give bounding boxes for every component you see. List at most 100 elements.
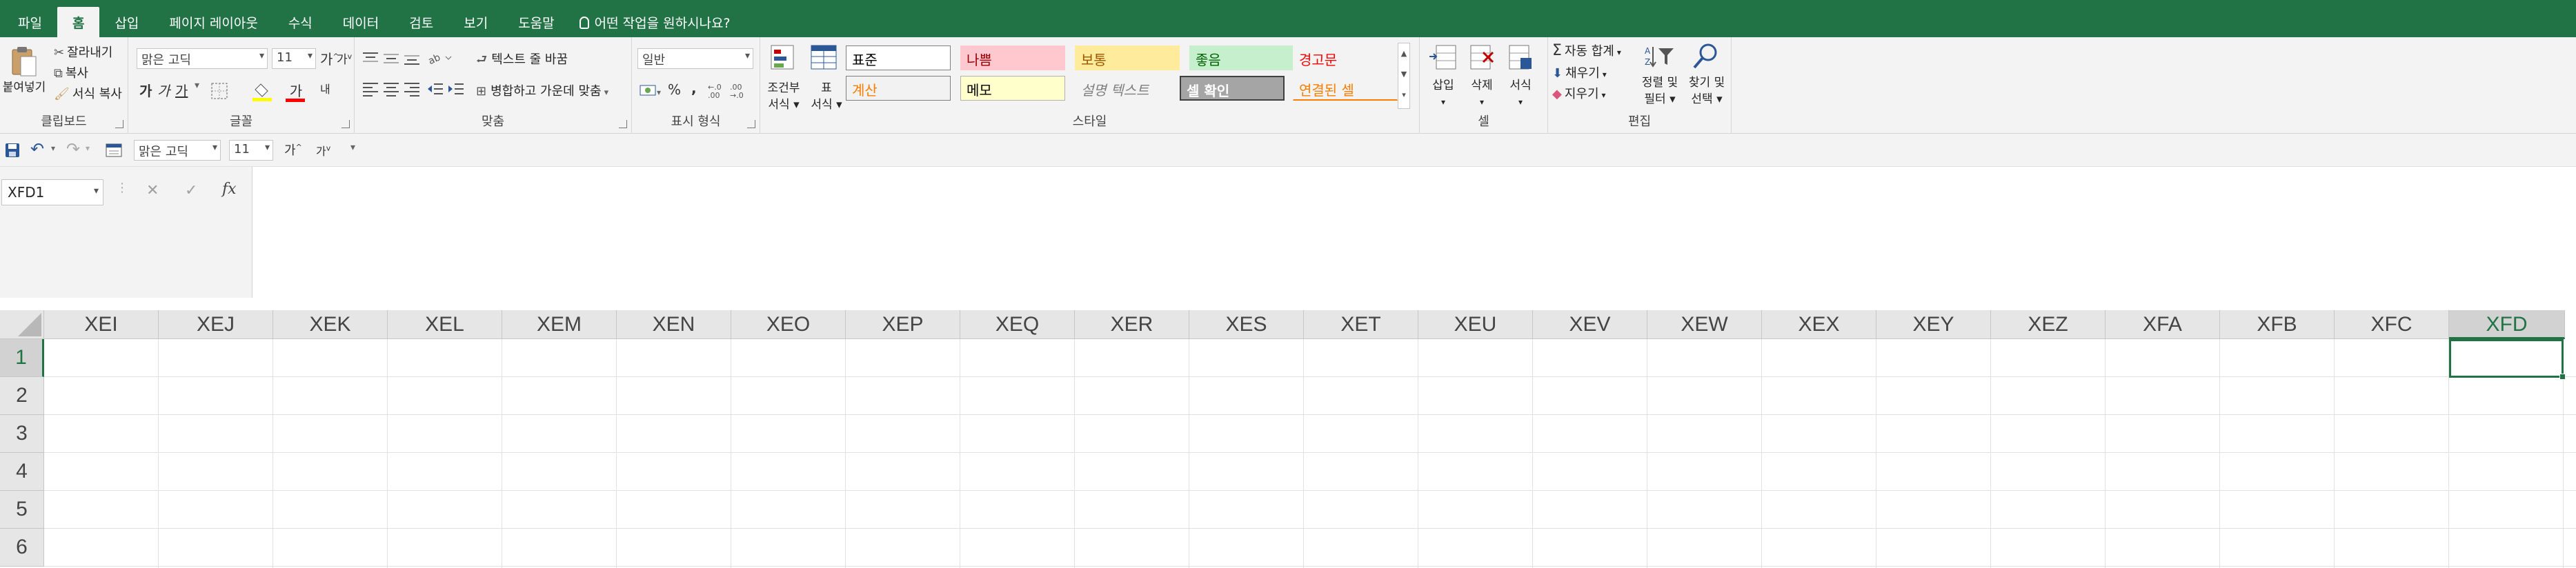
italic-button[interactable]: 가	[157, 80, 170, 100]
insert-cells-label[interactable]: 삽입 ▾	[1424, 77, 1463, 110]
style-linked-cell[interactable]: 연결된 셀	[1293, 76, 1398, 101]
formula-input[interactable]	[252, 167, 2576, 298]
delete-cells-label[interactable]: 삭제 ▾	[1463, 77, 1501, 110]
cell-area[interactable]	[44, 339, 2576, 568]
style-neutral[interactable]: 보통	[1075, 45, 1180, 70]
qat-grow-font-button[interactable]: 가^	[284, 141, 302, 159]
sort-filter-button[interactable]: AZ	[1645, 43, 1675, 73]
active-cell[interactable]	[2449, 339, 2566, 380]
format-cells-button[interactable]	[1505, 43, 1536, 76]
select-all-button[interactable]	[0, 310, 44, 339]
qat-font-size-combo[interactable]: 11	[229, 140, 273, 161]
style-good[interactable]: 좋음	[1189, 45, 1294, 70]
style-gallery-scroll[interactable]: ▲ ▼ ▾	[1398, 43, 1410, 109]
delete-cells-button[interactable]	[1467, 43, 1497, 76]
column-header[interactable]: XET	[1304, 310, 1418, 339]
qat-font-name-combo[interactable]: 맑은 고딕	[134, 140, 221, 161]
tab-review[interactable]: 검토	[394, 7, 448, 37]
cut-button[interactable]: ✂ 잘라내기	[54, 43, 112, 61]
decrease-decimal-button[interactable]: .00 →.0	[730, 81, 751, 102]
tab-view[interactable]: 보기	[448, 7, 503, 37]
underline-button[interactable]: 가	[175, 80, 188, 100]
save-button[interactable]	[4, 142, 21, 161]
insert-function-button[interactable]: fx	[222, 181, 237, 198]
column-header[interactable]: XEX	[1762, 310, 1876, 339]
form-button[interactable]	[105, 142, 123, 161]
column-header[interactable]: XEY	[1876, 310, 1991, 339]
column-header[interactable]: XEJ	[159, 310, 273, 339]
tab-help[interactable]: 도움말	[503, 7, 569, 37]
column-header[interactable]: XEV	[1533, 310, 1647, 339]
column-header[interactable]: XEL	[388, 310, 502, 339]
copy-button[interactable]: ⧉ 복사	[54, 63, 88, 81]
align-left-button[interactable]	[361, 81, 379, 99]
clear-button[interactable]: ◆ 지우기 ▾	[1552, 84, 1606, 102]
redo-icon[interactable]: ↷	[66, 139, 80, 159]
align-right-button[interactable]	[403, 81, 421, 99]
autosum-button[interactable]: Σ 자동 합계 ▾	[1552, 41, 1621, 59]
format-painter-button[interactable]: 🖌 서식 복사	[54, 84, 122, 102]
row-header[interactable]: 3	[0, 415, 44, 453]
column-header[interactable]: XES	[1189, 310, 1304, 339]
column-header[interactable]: XEW	[1647, 310, 1762, 339]
find-select-label[interactable]: 찾기 및 선택 ▾	[1685, 74, 1729, 108]
find-select-button[interactable]	[1690, 41, 1721, 74]
paste-label[interactable]: 붙여넣기	[0, 77, 48, 94]
undo-icon[interactable]: ↶	[30, 139, 44, 159]
style-calculation[interactable]: 계산	[846, 76, 951, 101]
column-header[interactable]: XEO	[731, 310, 846, 339]
style-warning-text[interactable]: 경고문	[1293, 45, 1398, 70]
undo-dropdown-icon[interactable]: ▾	[51, 143, 55, 153]
format-as-table-button[interactable]	[809, 43, 842, 76]
cancel-entry-button[interactable]: ✕	[146, 182, 159, 199]
align-bottom-button[interactable]	[403, 51, 421, 69]
column-header[interactable]: XEP	[846, 310, 960, 339]
row-header[interactable]: 6	[0, 529, 44, 567]
tell-me-box[interactable]: 어떤 작업을 원하시나요?	[570, 7, 746, 37]
formula-bar-splitter-icon[interactable]: ⋮	[116, 181, 128, 195]
style-explanatory-text[interactable]: 설명 텍스트	[1075, 76, 1180, 101]
customize-qat-icon[interactable]: ▾	[350, 142, 355, 153]
column-header[interactable]: XFB	[2220, 310, 2335, 339]
paste-button[interactable]	[10, 44, 37, 77]
insert-cells-button[interactable]	[1428, 43, 1458, 76]
style-normal[interactable]: 표준	[846, 45, 951, 70]
tab-formulas[interactable]: 수식	[273, 7, 328, 37]
comma-style-button[interactable]: ,	[691, 80, 697, 97]
column-header[interactable]: XER	[1075, 310, 1189, 339]
tab-data[interactable]: 데이터	[328, 7, 394, 37]
borders-button[interactable]	[210, 81, 230, 103]
column-header[interactable]: XEM	[502, 310, 617, 339]
merge-center-button[interactable]: ⊞ 병합하고 가운데 맞춤 ▾	[476, 81, 608, 99]
align-middle-button[interactable]	[382, 51, 400, 69]
bold-button[interactable]: 가	[139, 80, 152, 100]
decrease-indent-button[interactable]	[426, 81, 444, 99]
row-header[interactable]: 5	[0, 491, 44, 529]
enter-entry-button[interactable]: ✓	[185, 182, 197, 199]
column-header[interactable]: XFA	[2106, 310, 2220, 339]
accounting-format-button[interactable]: ▾	[639, 81, 664, 102]
sort-filter-label[interactable]: 정렬 및 필터 ▾	[1638, 74, 1682, 108]
font-color-button[interactable]: 가	[284, 80, 308, 102]
phonetic-button[interactable]: 내	[320, 80, 330, 97]
qat-shrink-font-button[interactable]: 가v	[316, 142, 330, 159]
tab-insert[interactable]: 삽입	[99, 7, 154, 37]
name-box[interactable]: XFD1	[1, 179, 103, 205]
orientation-button[interactable]: ab	[426, 50, 454, 69]
style-note[interactable]: 메모	[960, 76, 1065, 101]
percent-style-button[interactable]: %	[668, 81, 681, 98]
column-header[interactable]: XFC	[2335, 310, 2449, 339]
underline-dropdown-icon[interactable]: ▾	[195, 80, 199, 91]
conditional-formatting-button[interactable]	[769, 43, 802, 76]
font-name-combo[interactable]: 맑은 고딕	[137, 48, 268, 69]
format-as-table-label[interactable]: 표 서식 ▾	[806, 80, 847, 113]
alignment-launcher-icon[interactable]	[619, 120, 627, 128]
clipboard-launcher-icon[interactable]	[115, 120, 123, 128]
row-header[interactable]: 1	[0, 339, 44, 377]
tab-page-layout[interactable]: 페이지 레이아웃	[154, 7, 273, 37]
column-header[interactable]: XEI	[44, 310, 159, 339]
column-header[interactable]: XEZ	[1991, 310, 2106, 339]
font-size-combo[interactable]: 11	[272, 48, 316, 69]
align-top-button[interactable]	[361, 51, 379, 69]
wrap-text-button[interactable]: ⮐ 텍스트 줄 바꿈	[476, 50, 568, 72]
